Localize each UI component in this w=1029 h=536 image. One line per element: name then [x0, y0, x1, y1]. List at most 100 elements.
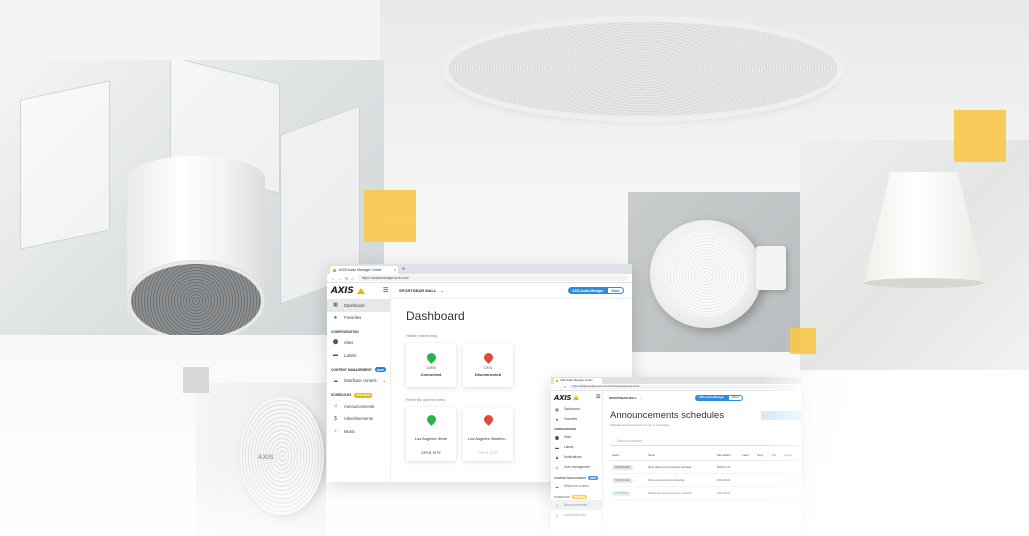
- back-icon[interactable]: ←: [331, 276, 335, 281]
- sidebar-item-music[interactable]: ♪ Music: [327, 425, 390, 438]
- sidebar-item-distribute-content[interactable]: ☁ Distribute content: [551, 481, 602, 491]
- sidebar-item-labels[interactable]: ▬ Labels: [327, 349, 390, 362]
- recent-site-card[interactable]: Los Angeles Store OPEN SITE: [406, 407, 456, 461]
- music-note-icon: ♪: [334, 428, 337, 435]
- sidebar-item-label: Advertisements: [564, 513, 586, 517]
- axis-triangle-icon: [356, 288, 365, 294]
- section-schedules: SCHEDULES PREVIEW: [551, 491, 602, 500]
- sidebar-item-advertisements[interactable]: $ Advertisements: [551, 510, 602, 520]
- sidebar-item-label: Labels: [344, 352, 357, 358]
- sidebar-item-advertisements[interactable]: $ Advertisements: [327, 413, 390, 426]
- product-pill-name: AXIS Audio Manager: [568, 287, 608, 294]
- sidebar-item-label: Distribute content: [564, 484, 589, 488]
- axis-logo: AXIS: [551, 391, 602, 404]
- sidebar-item-sites[interactable]: ⬤ Sites: [327, 336, 390, 349]
- url-field[interactable]: https://audiomanager.axis.com/: [356, 275, 628, 281]
- product-pill-name: AXIS Audio Manager: [694, 394, 729, 401]
- status-badge: SCHEDULED: [612, 464, 633, 470]
- sidebar-item-label: Advertisements: [344, 416, 373, 422]
- open-site-button[interactable]: OPEN SITE: [478, 451, 498, 455]
- announcement-icon: ♫: [555, 502, 559, 508]
- star-icon: ★: [333, 314, 338, 321]
- pendant-shade-photo: [800, 140, 1029, 375]
- browser-tab[interactable]: AXIS Audio Manager Center: [554, 378, 602, 384]
- top-bar: ☰ SPORTSBAR MALL ⌄ AXIS Audio Manager Ba…: [383, 283, 632, 299]
- fade-overlay: [760, 370, 1029, 536]
- star-icon: ★: [555, 416, 559, 422]
- recent-site-card[interactable]: Los Angeles Wareho... OPEN SITE: [463, 407, 513, 461]
- section-content-management: CONTENT MANAGEMENT NEW: [327, 361, 390, 374]
- site-name: Los Angeles Wareho...: [467, 436, 509, 441]
- health-count: 1/876: [483, 366, 493, 370]
- sidebar-item-label: Sites: [564, 435, 572, 439]
- sidebar-item-dashboard[interactable]: ▦ Dashboard: [327, 299, 390, 312]
- section-configuration: CONFIGURATION: [551, 424, 602, 432]
- sidebar-item-sites[interactable]: ⬤ Sites: [551, 432, 602, 442]
- axis-triangle-icon: [573, 395, 580, 400]
- back-icon[interactable]: ←: [554, 385, 557, 389]
- status-badge: ACTIVATED: [612, 490, 632, 496]
- wall-speaker-photo: AXIS: [196, 383, 326, 536]
- column-header[interactable]: Date added: [714, 452, 741, 461]
- preview-badge: PREVIEW: [354, 392, 373, 398]
- schedule-name: Warehouse announcements schedule: [645, 486, 715, 500]
- sidebar-item-label: Favorites: [344, 315, 362, 321]
- bell-icon: ♟: [555, 454, 559, 460]
- search-placeholder: Search schedules: [616, 438, 643, 443]
- section-title: CONFIGURATION: [331, 330, 359, 335]
- section-title: CONTENT MANAGEMENT: [331, 367, 372, 372]
- chevron-down-icon[interactable]: ⌄: [440, 288, 443, 293]
- site-selector[interactable]: SPORTSBAR MALL: [399, 288, 436, 293]
- column-header[interactable]: Name: [645, 452, 715, 461]
- sidebar-item-announcements[interactable]: ♫ Announcements: [551, 500, 602, 510]
- forward-icon[interactable]: →: [559, 385, 562, 389]
- site-name: Los Angeles Store: [414, 436, 448, 441]
- menu-icon[interactable]: ☰: [596, 394, 600, 400]
- sidebar: AXIS ▦ Dashboard ★ Favorites CONFIGURATI…: [551, 391, 603, 536]
- sidebar-item-announcements[interactable]: ♫ Announcements: [327, 400, 390, 413]
- browser-tab[interactable]: AXIS Audio Manager Center ×: [330, 266, 398, 274]
- sidebar-item-favorites[interactable]: ★ Favorites: [551, 414, 602, 424]
- site-selector[interactable]: SPORTSBAR MALL: [609, 396, 637, 400]
- health-label: Connected: [420, 372, 442, 377]
- dollar-icon: $: [334, 415, 337, 422]
- sidebar-item-user-management[interactable]: ♙ User management: [551, 462, 602, 472]
- tab-title: AXIS Audio Manager Center: [560, 379, 593, 382]
- sidebar-item-notifications[interactable]: ♟ Notifications: [551, 452, 602, 462]
- column-header[interactable]: Label: [740, 452, 756, 461]
- chevron-down-icon[interactable]: ⌄: [640, 396, 643, 400]
- reload-icon[interactable]: ↻: [564, 385, 567, 389]
- sidebar-item-distribute-content[interactable]: ☁ Distribute content ⌄: [327, 374, 390, 387]
- new-tab-icon[interactable]: +: [398, 266, 406, 274]
- sidebar-item-label: Distribute content: [344, 378, 377, 384]
- menu-icon[interactable]: ☰: [383, 287, 388, 294]
- reload-icon[interactable]: ↻: [345, 276, 348, 281]
- section-schedules: SCHEDULES PREVIEW: [327, 387, 390, 400]
- health-card-connected[interactable]: 11/896 Connected: [406, 343, 456, 387]
- accent-square: [954, 110, 1006, 162]
- axis-favicon-icon: [333, 268, 336, 272]
- label-icon: ▬: [555, 444, 559, 450]
- product-pill[interactable]: AXIS Audio Manager Basic: [694, 394, 743, 401]
- date-added: 2023-05-15: [714, 486, 741, 500]
- location-pin-icon: [481, 413, 495, 426]
- health-card-disconnected[interactable]: 1/876 Disconnected: [463, 343, 513, 387]
- pendant-speaker-grille: [127, 260, 265, 335]
- sidebar-item-labels[interactable]: ▬ Labels: [551, 442, 602, 452]
- column-header[interactable]: Status: [610, 452, 646, 461]
- mount-bracket: [756, 246, 786, 290]
- announcement-icon: ♫: [333, 403, 338, 410]
- open-site-button[interactable]: OPEN SITE: [421, 451, 441, 455]
- logo-text: AXIS: [331, 286, 354, 296]
- sidebar-item-favorites[interactable]: ★ Favorites: [327, 312, 390, 325]
- close-tab-icon[interactable]: ×: [394, 266, 396, 274]
- forward-icon[interactable]: →: [338, 276, 342, 281]
- home-icon[interactable]: ⌂: [351, 276, 353, 281]
- cabinet-speaker-grille: [666, 234, 748, 316]
- sidebar-item-dashboard[interactable]: ▦ Dashboard: [551, 404, 602, 414]
- sidebar-item-label: Labels: [564, 445, 574, 449]
- product-pill[interactable]: AXIS Audio Manager Basic: [568, 287, 624, 294]
- product-pill-tier: Basic: [607, 287, 624, 294]
- users-icon: ♙: [555, 464, 559, 470]
- tab-title: AXIS Audio Manager Center: [339, 268, 382, 272]
